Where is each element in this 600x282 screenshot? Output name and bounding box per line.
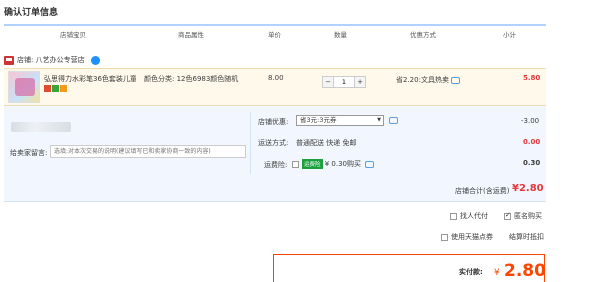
insurance-label: 运费险: bbox=[264, 161, 288, 169]
anonymous-checkbox[interactable] bbox=[504, 211, 511, 220]
col-item: 店铺宝贝 bbox=[60, 31, 86, 39]
coupon-note: 结算时抵扣 bbox=[509, 233, 544, 241]
proxy-pay-option[interactable]: 找人代付 bbox=[450, 211, 488, 221]
col-price: 单价 bbox=[268, 31, 281, 39]
redacted-buyer-name bbox=[11, 122, 71, 132]
badge-icon bbox=[60, 85, 67, 92]
proxy-pay-label: 找人代付 bbox=[460, 212, 488, 220]
item-discount: 省2.20:文具热卖 bbox=[396, 75, 460, 85]
badge-icon bbox=[52, 85, 59, 92]
product-attr: 颜色分类: 12色6983颜色随机 bbox=[144, 75, 239, 83]
message-label: 给卖家留言: bbox=[10, 149, 48, 157]
qty-minus-button[interactable]: − bbox=[323, 77, 333, 87]
item-discount-text: 省2.20:文具热卖 bbox=[396, 76, 449, 84]
comment-icon[interactable] bbox=[450, 76, 460, 84]
insurance-text: ¥ 0.30购买 bbox=[324, 160, 362, 168]
divider bbox=[250, 112, 251, 174]
pay-value: 2.80 bbox=[504, 261, 546, 281]
shop-row: 店铺: 八艺办公专营店 bbox=[4, 53, 100, 67]
proxy-pay-checkbox[interactable] bbox=[450, 212, 457, 220]
coupon-option[interactable]: 使用天猫点券 bbox=[441, 232, 493, 242]
insurance-tag: 运费险 bbox=[302, 159, 323, 169]
header-divider bbox=[4, 24, 546, 26]
pay-currency: ¥ bbox=[494, 268, 500, 278]
coupon-checkbox[interactable] bbox=[441, 233, 448, 241]
qty-input[interactable] bbox=[333, 77, 355, 87]
tmall-shop-icon bbox=[4, 55, 14, 65]
unit-price: 8.00 bbox=[268, 74, 284, 82]
shop-total-label: 店铺合计(含运费) bbox=[455, 187, 510, 195]
product-thumbnail[interactable] bbox=[8, 71, 40, 103]
shop-total-value: ¥2.80 bbox=[512, 183, 544, 194]
insurance-checkbox[interactable] bbox=[292, 160, 299, 168]
message-input[interactable] bbox=[50, 145, 246, 158]
shop-discount-select[interactable]: 省3元:3元券 bbox=[296, 115, 384, 126]
shop-discount-option: 省3元:3元券 bbox=[300, 116, 337, 124]
item-subtotal: 5.80 bbox=[523, 74, 541, 82]
page-title: 确认订单信息 bbox=[4, 8, 59, 18]
qty-plus-button[interactable]: + bbox=[355, 77, 365, 87]
badge-icon bbox=[44, 85, 51, 92]
quantity-stepper[interactable]: − + bbox=[322, 76, 366, 88]
shop-discount-label: 店铺优惠: bbox=[258, 118, 289, 126]
help-icon[interactable] bbox=[365, 160, 375, 168]
col-discount: 优惠方式 bbox=[410, 31, 436, 39]
service-badges bbox=[44, 85, 68, 94]
anonymous-option[interactable]: 匿名购买 bbox=[504, 211, 542, 221]
wangwang-chat-icon[interactable] bbox=[90, 55, 100, 65]
product-name[interactable]: 弘思得力水彩笔36色套装儿童... bbox=[44, 74, 136, 84]
shipping-label: 运送方式: bbox=[258, 139, 289, 147]
anonymous-label: 匿名购买 bbox=[514, 212, 542, 220]
pay-label: 实付款: bbox=[459, 268, 483, 276]
insurance-value: 0.30 bbox=[523, 159, 541, 167]
coupon-label: 使用天猫点券 bbox=[451, 233, 493, 241]
insurance-option[interactable]: 运费险 ¥ 0.30购买 bbox=[292, 159, 375, 169]
shop-discount-value: -3.00 bbox=[521, 117, 540, 125]
shipping-value: 0.00 bbox=[523, 138, 541, 146]
shop-name[interactable]: 店铺: 八艺办公专营店 bbox=[17, 55, 85, 65]
col-subtotal: 小计 bbox=[503, 31, 516, 39]
col-attr: 商品属性 bbox=[178, 31, 204, 39]
shipping-method: 普通配送 快递 免邮 bbox=[296, 139, 357, 147]
comment-icon[interactable] bbox=[389, 117, 398, 124]
col-qty: 数量 bbox=[334, 31, 347, 39]
